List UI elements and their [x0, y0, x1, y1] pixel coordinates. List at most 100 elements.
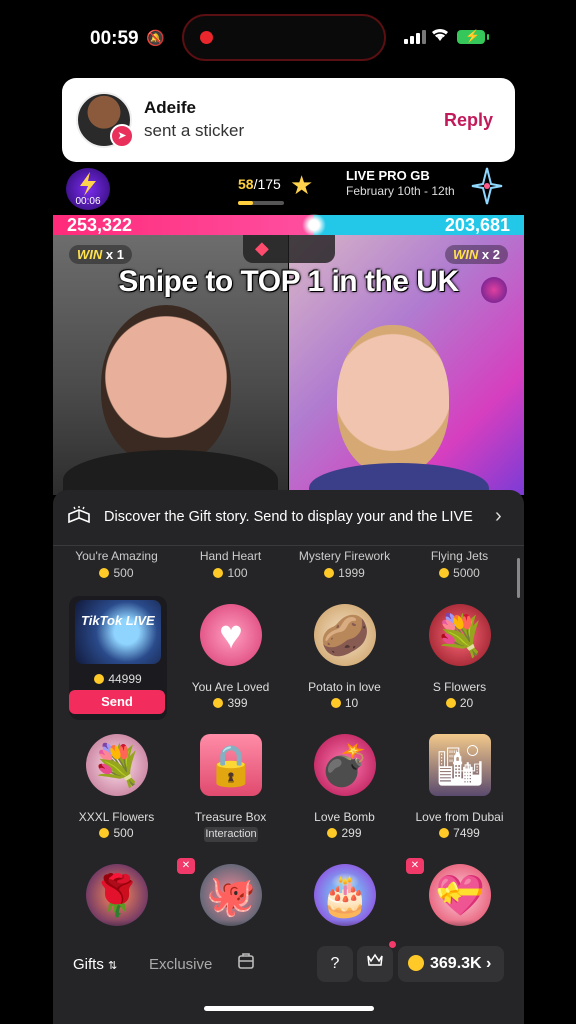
- coin-icon: [99, 568, 110, 578]
- coin-icon: [213, 568, 224, 578]
- battle-diamond-icon: ◆: [255, 238, 269, 258]
- battery-icon: ⚡: [457, 29, 489, 44]
- gift-item[interactable]: 💣 Love Bomb 299: [287, 728, 402, 853]
- host-left-face: [101, 305, 231, 465]
- coin-icon: [330, 698, 341, 708]
- win-left-label: WIN: [77, 247, 103, 262]
- coin-balance-button[interactable]: 369.3K ›: [398, 946, 504, 982]
- crown-button[interactable]: [357, 946, 393, 982]
- treasure-box-icon: 🔒: [200, 734, 262, 796]
- gift-price: 299: [287, 826, 402, 840]
- gift-item[interactable]: Mystery Firework 1999: [287, 548, 402, 580]
- coin-icon: [439, 568, 450, 578]
- rank-counter: 58/175: [238, 176, 281, 192]
- rank-progress-bar: [238, 201, 284, 205]
- live-badge-time: 00:06: [75, 196, 101, 207]
- gift-price: 5000: [402, 566, 517, 580]
- live-header: 00:06 58/175 ★ LIVE PRO GB February 10th…: [0, 164, 576, 214]
- gift-name: You Are Loved: [191, 680, 270, 694]
- send-button[interactable]: Send: [69, 690, 165, 714]
- wifi-icon: [430, 26, 450, 47]
- coin-balance: 369.3K: [430, 955, 482, 972]
- gift-price: 500: [59, 566, 174, 580]
- gift-item[interactable]: 🔒 Treasure Box Interaction: [173, 728, 288, 853]
- gift-price: 1999: [287, 566, 402, 580]
- host-right-face: [337, 325, 449, 475]
- send-arrow-icon: ➤: [110, 124, 134, 148]
- star-icon[interactable]: ★: [290, 170, 313, 201]
- clock: 00:59: [90, 28, 139, 49]
- gift-item[interactable]: 🏙 Love from Dubai 7499: [402, 728, 517, 853]
- gift-name: You're Amazing: [75, 549, 158, 563]
- battle-video[interactable]: ◆ WIN x 1 WIN x 2 Snipe to TOP 1 in the …: [53, 235, 524, 495]
- gift-name: Flying Jets: [430, 549, 489, 563]
- signal-icon: [404, 30, 426, 44]
- dubai-skyline-icon: 🏙: [429, 734, 491, 796]
- gift-price: 100: [173, 566, 288, 580]
- notification-message: sent a sticker: [144, 121, 245, 140]
- gift-story-text: Discover the Gift story. Send to display…: [104, 509, 473, 525]
- chevron-right-icon: ›: [495, 505, 502, 527]
- gift-name: S Flowers: [432, 680, 487, 694]
- sparkle-book-icon: [67, 506, 91, 529]
- host-left-body: [63, 450, 278, 495]
- gift-item[interactable]: You're Amazing 500: [59, 548, 174, 580]
- flowers-gift-icon: 💐: [429, 604, 491, 666]
- score-right: 203,681: [444, 215, 510, 235]
- gift-name: XXXL Flowers: [78, 810, 155, 824]
- notification-sender: Adeife: [144, 98, 196, 117]
- coin-icon: [94, 674, 105, 684]
- coin-icon: [99, 828, 110, 838]
- interaction-tag: Interaction: [204, 827, 258, 842]
- gift-item[interactable]: 🥔 Potato in love 10: [287, 598, 402, 723]
- gift-item[interactable]: Hand Heart 100: [173, 548, 288, 580]
- win-right-label: WIN: [453, 247, 479, 262]
- bottom-fade: [53, 920, 524, 940]
- reply-button[interactable]: Reply: [444, 110, 493, 131]
- gift-name: Love Bomb: [314, 810, 375, 824]
- gift-item[interactable]: 💐 XXXL Flowers 500: [59, 728, 174, 853]
- gift-name: Hand Heart: [199, 549, 262, 563]
- gift-item[interactable]: 💐 S Flowers 20: [402, 598, 517, 723]
- win-streak-right: WIN x 2: [445, 245, 508, 264]
- gift-price: 10: [287, 696, 402, 710]
- dynamic-island[interactable]: [182, 14, 386, 61]
- win-right-count: x 2: [481, 247, 500, 262]
- gift-item[interactable]: Flying Jets 5000: [402, 548, 517, 580]
- happy-birthday-gift-icon: 🎂: [314, 864, 376, 926]
- silent-bell-icon: 🔕: [146, 30, 165, 47]
- tiktok-live-gift-image[interactable]: TikTok LIVE: [75, 600, 161, 664]
- tab-exclusive[interactable]: Exclusive: [149, 956, 212, 973]
- battle-spark-icon: [300, 214, 327, 236]
- live-badge[interactable]: 00:06: [66, 168, 110, 210]
- gift-name: Treasure Box: [194, 810, 267, 824]
- potato-gift-icon: 🥔: [314, 604, 376, 666]
- pro-dates: February 10th - 12th: [346, 184, 455, 198]
- win-streak-left: WIN x 1: [69, 245, 132, 264]
- crown-icon: [367, 953, 383, 966]
- caption-badge-icon: [481, 277, 507, 303]
- coin-icon: [213, 698, 224, 708]
- gift-panel-footer: Gifts ⇅ Exclusive ? 369.3K ›: [53, 938, 524, 1024]
- coin-icon: [324, 568, 335, 578]
- tab-gifts[interactable]: Gifts ⇅: [73, 956, 117, 973]
- pro-title[interactable]: LIVE PRO GB: [346, 168, 430, 183]
- rank-counter-current: 58: [238, 176, 254, 192]
- battle-score-bar: 253,322 203,681: [53, 214, 524, 236]
- gift-story-banner[interactable]: Discover the Gift story. Send to display…: [53, 490, 524, 546]
- compass-star-icon[interactable]: [470, 166, 504, 215]
- gift-item[interactable]: ♥ You Are Loved 399: [173, 598, 288, 723]
- rank-progress-fill: [238, 201, 254, 205]
- sort-arrows-icon: ⇅: [108, 960, 118, 972]
- chevron-right-icon: ›: [486, 955, 492, 972]
- help-button[interactable]: ?: [317, 946, 353, 982]
- notification-dot: [389, 941, 396, 948]
- battle-center-tab[interactable]: ◆: [243, 235, 335, 263]
- notification-banner[interactable]: ➤ Adeife sent a sticker Reply: [62, 78, 515, 162]
- score-left: 253,322: [67, 215, 133, 235]
- scrollbar[interactable]: [517, 558, 520, 598]
- home-indicator[interactable]: [204, 1006, 374, 1011]
- gift-price: 20: [402, 696, 517, 710]
- gift-bag-icon[interactable]: [237, 952, 255, 975]
- coin-icon: [327, 828, 338, 838]
